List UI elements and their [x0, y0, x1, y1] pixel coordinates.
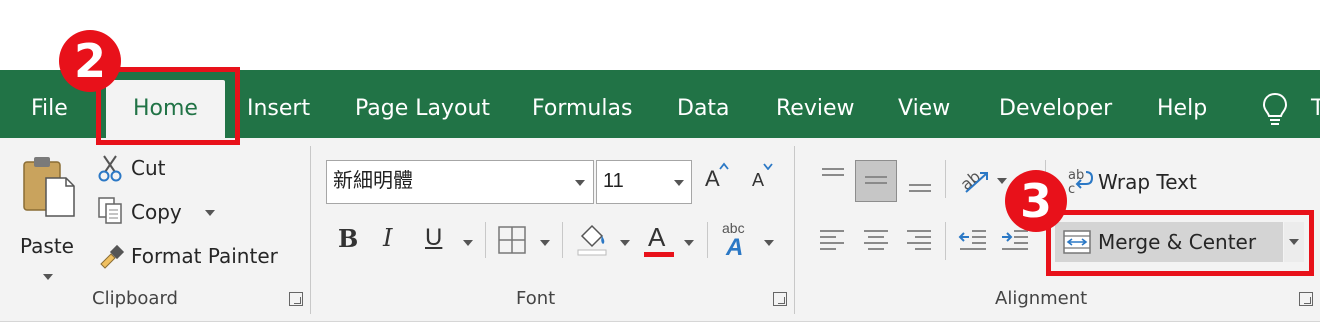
font-color-button[interactable]: A: [644, 222, 674, 258]
tab-file[interactable]: File: [31, 70, 68, 138]
clipboard-group-label: Clipboard: [92, 288, 178, 309]
cut-label: Cut: [131, 156, 166, 180]
font-size-dropdown[interactable]: 11: [596, 160, 692, 204]
paste-dropdown-caret[interactable]: [43, 274, 53, 280]
tab-tell-me[interactable]: T: [1311, 70, 1320, 138]
grow-font-button[interactable]: A: [705, 162, 731, 198]
align-left-button[interactable]: [818, 228, 848, 258]
chevron-down-icon[interactable]: [575, 180, 585, 186]
tab-data[interactable]: Data: [677, 70, 730, 138]
fill-color-icon: [577, 224, 607, 256]
toolbar-separator: [485, 222, 486, 258]
format-painter-label: Format Painter: [131, 244, 278, 268]
svg-text:ab: ab: [1068, 168, 1084, 183]
wrap-text-button[interactable]: ab c Wrap Text: [1062, 166, 1242, 200]
step-marker-3: 3: [1005, 170, 1067, 232]
fill-color-dropdown-caret[interactable]: [620, 240, 630, 246]
orientation-dropdown-caret[interactable]: [997, 178, 1007, 184]
increase-indent-button[interactable]: [1000, 228, 1030, 259]
group-separator: [794, 146, 795, 314]
align-right-button[interactable]: [905, 228, 935, 258]
tab-page-layout[interactable]: Page Layout: [355, 70, 490, 138]
increase-indent-icon: [1002, 230, 1028, 250]
borders-dropdown-caret[interactable]: [540, 240, 550, 246]
tab-help[interactable]: Help: [1157, 70, 1207, 138]
alignment-dialog-launcher-icon[interactable]: [1299, 292, 1313, 306]
alignment-group-label: Alignment: [995, 288, 1088, 309]
tab-insert[interactable]: Insert: [247, 70, 310, 138]
copy-dropdown-caret[interactable]: [205, 210, 215, 216]
shrink-arrow-icon: [763, 163, 773, 170]
grow-arrow-icon: [719, 162, 729, 170]
orientation-icon: ab: [957, 167, 988, 194]
copy-button[interactable]: Copy: [95, 197, 225, 232]
tab-formulas[interactable]: Formulas: [532, 70, 632, 138]
align-bottom-button[interactable]: [905, 166, 935, 196]
svg-text:c: c: [1068, 182, 1075, 196]
copy-icon: [98, 197, 122, 224]
toolbar-separator: [945, 160, 946, 198]
align-center-button[interactable]: [862, 228, 892, 258]
decrease-indent-icon: [958, 230, 986, 250]
lightbulb-icon[interactable]: [1262, 92, 1288, 131]
wrap-text-label: Wrap Text: [1098, 170, 1197, 194]
bold-button[interactable]: B: [338, 224, 360, 256]
group-separator: [310, 146, 311, 314]
phonetic-icon: A: [726, 234, 744, 261]
toolbar-separator: [707, 222, 708, 258]
paste-label: Paste: [20, 234, 74, 258]
format-painter-button[interactable]: Format Painter: [95, 242, 290, 276]
fill-color-button[interactable]: [576, 222, 608, 261]
toolbar-separator: [945, 222, 946, 260]
scissors-icon: [98, 155, 122, 182]
toolbar-separator: [562, 222, 563, 258]
font-dialog-launcher-icon[interactable]: [773, 292, 787, 306]
clipboard-dialog-launcher-icon[interactable]: [289, 292, 303, 306]
grow-font-icon: A: [705, 166, 720, 191]
italic-button[interactable]: I: [383, 224, 405, 256]
underline-dropdown-caret[interactable]: [463, 240, 473, 246]
borders-button[interactable]: [498, 226, 526, 259]
borders-icon: [498, 226, 526, 254]
shrink-font-icon: A: [752, 170, 765, 190]
phonetic-dropdown-caret[interactable]: [764, 240, 774, 246]
font-name-dropdown[interactable]: 新細明體: [326, 160, 594, 204]
font-color-bar: [644, 252, 674, 257]
font-group-label: Font: [516, 288, 556, 309]
paste-button[interactable]: Paste: [12, 150, 82, 280]
decrease-indent-button[interactable]: [958, 228, 988, 259]
font-name-value: 新細明體: [333, 170, 413, 192]
paste-icon: [23, 157, 75, 217]
phonetic-guide-button[interactable]: abc A: [720, 220, 754, 261]
wrap-text-icon: ab c: [1068, 168, 1094, 196]
align-middle-button[interactable]: [855, 160, 897, 202]
highlight-box-merge-center: [1046, 210, 1314, 276]
tab-view[interactable]: View: [898, 70, 950, 138]
highlight-box-home-tab: [96, 67, 240, 145]
orientation-button[interactable]: ab: [957, 164, 992, 201]
underline-button[interactable]: U: [425, 224, 447, 256]
font-size-value: 11: [603, 170, 624, 192]
chevron-down-icon[interactable]: [674, 180, 684, 186]
shrink-font-button[interactable]: A: [752, 163, 776, 200]
step-marker-2: 2: [59, 30, 121, 92]
tab-developer[interactable]: Developer: [999, 70, 1112, 138]
align-top-button[interactable]: [818, 166, 848, 196]
cut-button[interactable]: Cut: [95, 154, 185, 188]
font-color-dropdown-caret[interactable]: [684, 240, 694, 246]
copy-label: Copy: [131, 200, 182, 224]
tab-review[interactable]: Review: [776, 70, 855, 138]
format-painter-icon: [100, 244, 125, 269]
font-color-icon: A: [648, 222, 666, 252]
